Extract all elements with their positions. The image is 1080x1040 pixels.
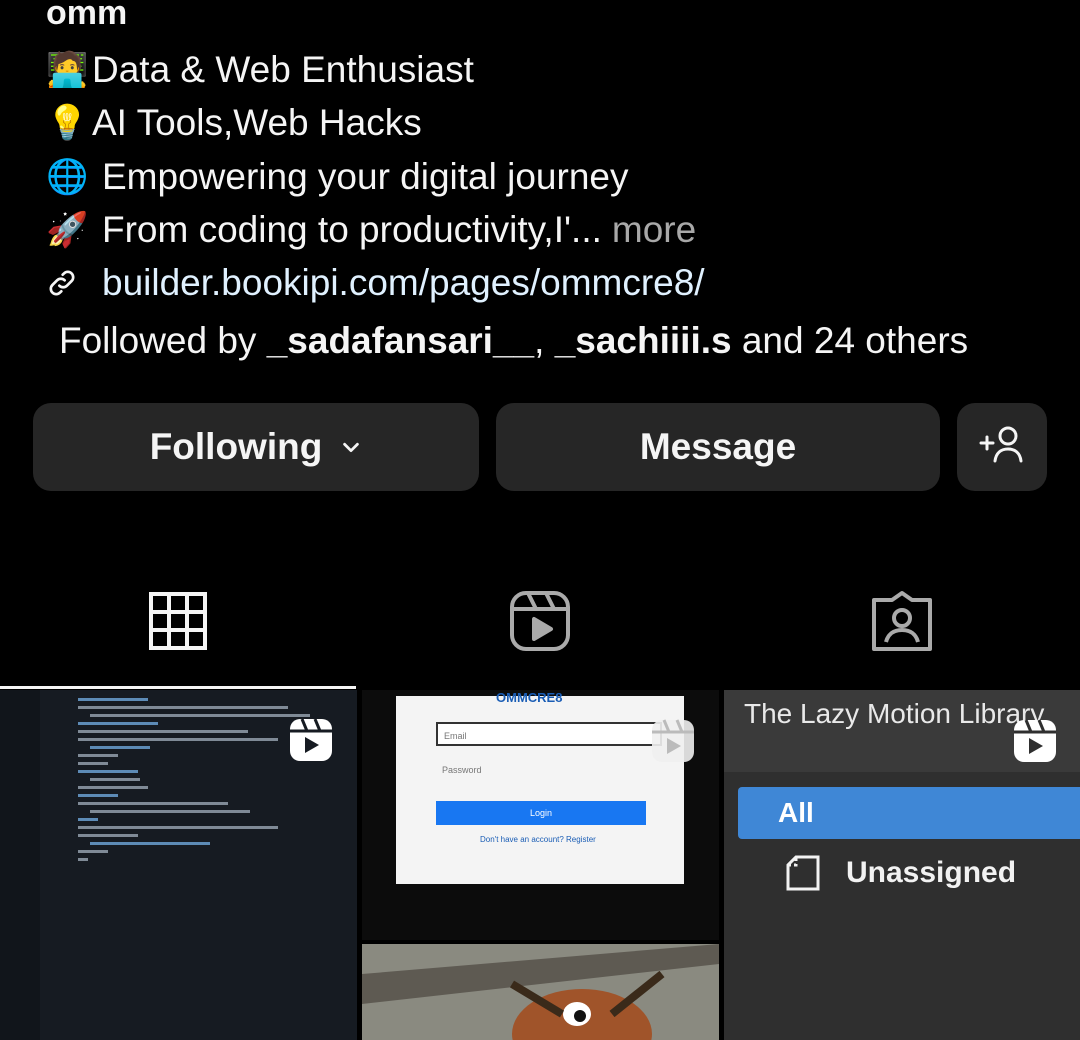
- post-thumbnail[interactable]: OMMCRE8 Email Password Login Don't have …: [362, 690, 719, 940]
- message-button[interactable]: Message: [496, 403, 940, 491]
- code-line-bar: [78, 858, 88, 861]
- tab-grid[interactable]: [143, 588, 213, 658]
- active-tab-indicator: [0, 686, 356, 689]
- bio-text: Data & Web Enthusiast: [92, 49, 474, 90]
- password-field-preview: Password: [442, 765, 482, 775]
- reel-badge-icon: [652, 719, 694, 762]
- code-line-bar: [78, 706, 288, 709]
- reels-icon: [509, 590, 571, 657]
- register-text: Don't have an account? Register: [480, 835, 596, 844]
- grid-icon: [149, 591, 207, 655]
- code-line-bar: [90, 746, 150, 749]
- code-line-bar: [78, 762, 108, 765]
- code-line-bar: [90, 778, 140, 781]
- code-line-bar: [90, 842, 210, 845]
- login-button-preview: Login: [436, 801, 646, 825]
- code-line-bar: [78, 818, 98, 821]
- followed-by-separator: ,: [534, 320, 555, 361]
- post-thumbnail[interactable]: [0, 690, 357, 1040]
- email-field-preview: Email: [436, 722, 662, 746]
- technologist-emoji-icon: 🧑‍💻: [46, 51, 89, 89]
- code-line-bar: [90, 714, 310, 717]
- code-line-bar: [78, 834, 138, 837]
- follower-username[interactable]: _sachiiii.s: [555, 320, 732, 361]
- bio-text: From coding to productivity,I'...: [102, 209, 602, 250]
- post-thumbnail[interactable]: [362, 944, 719, 1040]
- rocket-emoji-icon: 🚀: [46, 211, 89, 249]
- following-button[interactable]: Following: [33, 403, 479, 491]
- login-title: OMMCRE8: [496, 690, 563, 705]
- editor-sidebar: [0, 690, 40, 1040]
- code-line-bar: [90, 810, 250, 813]
- follower-username[interactable]: _sadafansari__: [267, 320, 534, 361]
- chevron-down-icon: [340, 436, 362, 458]
- tab-reels[interactable]: [505, 588, 575, 658]
- add-user-button[interactable]: [957, 403, 1047, 491]
- bio-line: 🚀 From coding to productivity,I'... more: [46, 205, 696, 255]
- code-line-bar: [78, 826, 278, 829]
- bio-line: 💡 AI Tools,Web Hacks: [46, 98, 422, 148]
- reel-badge-icon: [1014, 719, 1056, 762]
- tab-tagged[interactable]: [867, 588, 937, 658]
- more-link[interactable]: more: [612, 205, 696, 255]
- library-title: The Lazy Motion Library: [744, 698, 1045, 729]
- post-thumbnail[interactable]: The Lazy Motion Library All Unassigned: [724, 690, 1080, 1040]
- bio-line: 🌐 Empowering your digital journey: [46, 152, 629, 202]
- code-line-bar: [78, 738, 278, 741]
- code-line-bar: [78, 786, 148, 789]
- light-bulb-emoji-icon: 💡: [46, 104, 89, 142]
- all-filter-preview: All: [738, 787, 1080, 839]
- code-line-bar: [78, 770, 138, 773]
- link-icon: [46, 267, 102, 299]
- bio-text: Empowering your digital journey: [102, 156, 629, 197]
- code-line-bar: [78, 794, 118, 797]
- reel-badge-icon: [290, 718, 332, 761]
- code-line-bar: [78, 722, 158, 725]
- bio-link[interactable]: builder.bookipi.com/pages/ommcre8/: [46, 258, 705, 308]
- post-image: [362, 944, 719, 1040]
- bio-line: 🧑‍💻 Data & Web Enthusiast: [46, 45, 474, 95]
- followed-by[interactable]: Followed by _sadafansari__, _sachiiii.s …: [59, 320, 968, 362]
- code-line-bar: [78, 754, 118, 757]
- unassigned-label: Unassigned: [846, 856, 1017, 889]
- code-line-bar: [78, 850, 108, 853]
- profile-link[interactable]: builder.bookipi.com/pages/ommcre8/: [102, 258, 705, 308]
- code-line-bar: [78, 802, 228, 805]
- tagged-icon: [871, 590, 933, 657]
- unassigned-item-preview: Unassigned: [786, 855, 1016, 891]
- globe-emoji-icon: 🌐: [46, 158, 89, 196]
- followed-by-suffix: and 24 others: [731, 320, 969, 361]
- code-line-bar: [78, 698, 148, 701]
- bio-text: AI Tools,Web Hacks: [92, 102, 422, 143]
- login-card-preview: OMMCRE8 Email Password Login Don't have …: [396, 690, 684, 884]
- code-line-bar: [78, 730, 248, 733]
- following-label: Following: [149, 426, 323, 467]
- file-icon: [786, 855, 820, 891]
- add-person-icon: [977, 423, 1027, 472]
- followed-by-prefix: Followed by: [59, 320, 267, 361]
- profile-name: omm: [46, 0, 128, 32]
- message-label: Message: [639, 426, 797, 467]
